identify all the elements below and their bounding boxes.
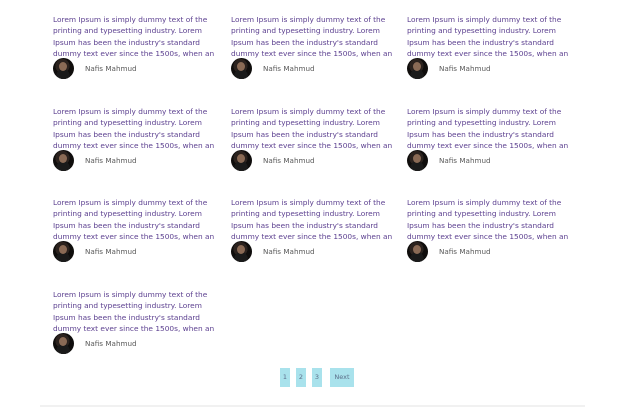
author-avatar [53,241,74,262]
author-name: Nafis Mahmud [439,64,491,73]
author-avatar [231,58,252,79]
post-author: Nafis Mahmud [231,241,396,262]
post-excerpt[interactable]: Lorem Ipsum is simply dummy text of the … [407,14,572,59]
post-card[interactable]: Lorem Ipsum is simply dummy text of the … [53,197,218,262]
post-author: Nafis Mahmud [231,58,396,79]
post-author: Nafis Mahmud [53,150,218,171]
post-card[interactable]: Lorem Ipsum is simply dummy text of the … [231,197,396,262]
author-name: Nafis Mahmud [85,247,137,256]
author-name: Nafis Mahmud [263,64,315,73]
post-excerpt[interactable]: Lorem Ipsum is simply dummy text of the … [53,14,218,59]
author-avatar [407,58,428,79]
author-avatar [53,333,74,354]
post-card[interactable]: Lorem Ipsum is simply dummy text of the … [407,197,572,262]
page-3-button[interactable]: 3 [312,368,322,387]
post-card[interactable]: Lorem Ipsum is simply dummy text of the … [407,14,572,79]
post-excerpt[interactable]: Lorem Ipsum is simply dummy text of the … [53,289,218,334]
author-avatar [53,150,74,171]
author-avatar [231,241,252,262]
author-name: Nafis Mahmud [439,247,491,256]
post-excerpt[interactable]: Lorem Ipsum is simply dummy text of the … [231,106,396,151]
post-card[interactable]: Lorem Ipsum is simply dummy text of the … [53,289,218,354]
post-author: Nafis Mahmud [53,241,218,262]
post-excerpt[interactable]: Lorem Ipsum is simply dummy text of the … [53,197,218,242]
post-excerpt[interactable]: Lorem Ipsum is simply dummy text of the … [407,106,572,151]
post-author: Nafis Mahmud [407,58,572,79]
page-2-button[interactable]: 2 [296,368,306,387]
post-card[interactable]: Lorem Ipsum is simply dummy text of the … [231,14,396,79]
post-author: Nafis Mahmud [53,333,218,354]
post-card[interactable]: Lorem Ipsum is simply dummy text of the … [53,106,218,171]
post-excerpt[interactable]: Lorem Ipsum is simply dummy text of the … [231,197,396,242]
author-name: Nafis Mahmud [439,156,491,165]
post-card[interactable]: Lorem Ipsum is simply dummy text of the … [407,106,572,171]
post-author: Nafis Mahmud [231,150,396,171]
divider [40,405,585,407]
author-avatar [231,150,252,171]
post-author: Nafis Mahmud [53,58,218,79]
author-name: Nafis Mahmud [85,339,137,348]
author-avatar [53,58,74,79]
post-author: Nafis Mahmud [407,150,572,171]
page-1-button[interactable]: 1 [280,368,290,387]
post-excerpt[interactable]: Lorem Ipsum is simply dummy text of the … [53,106,218,151]
post-card[interactable]: Lorem Ipsum is simply dummy text of the … [231,106,396,171]
author-name: Nafis Mahmud [85,64,137,73]
next-page-button[interactable]: Next [330,368,354,387]
post-excerpt[interactable]: Lorem Ipsum is simply dummy text of the … [407,197,572,242]
author-name: Nafis Mahmud [263,247,315,256]
author-avatar [407,150,428,171]
author-avatar [407,241,428,262]
author-name: Nafis Mahmud [263,156,315,165]
post-author: Nafis Mahmud [407,241,572,262]
post-card[interactable]: Lorem Ipsum is simply dummy text of the … [53,14,218,79]
author-name: Nafis Mahmud [85,156,137,165]
pagination: 1 2 3 Next [280,368,354,387]
post-excerpt[interactable]: Lorem Ipsum is simply dummy text of the … [231,14,396,59]
